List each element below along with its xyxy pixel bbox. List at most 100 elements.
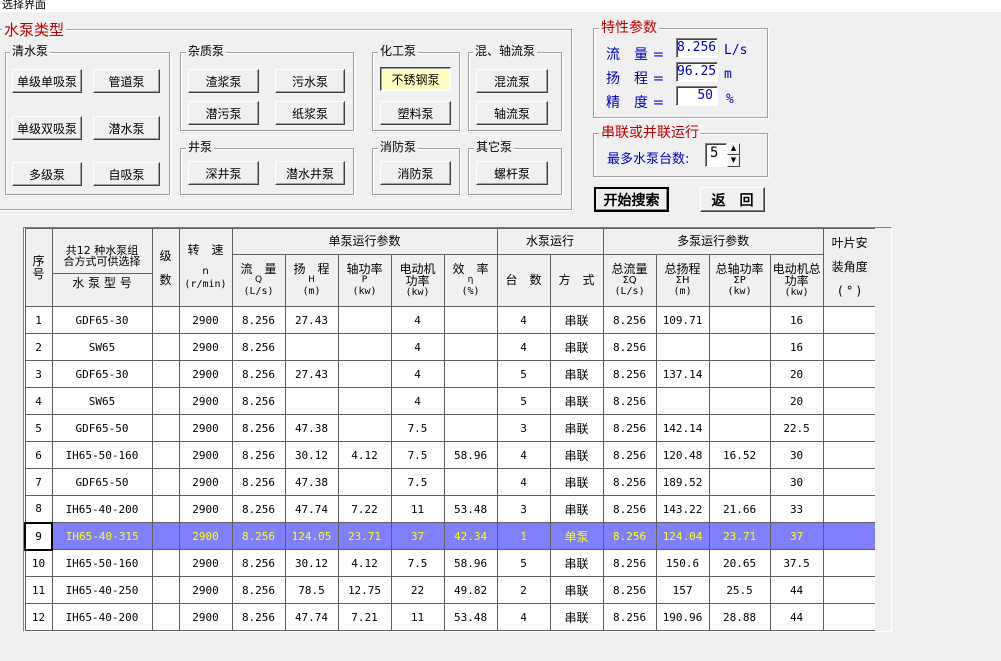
table-cell: [443, 333, 498, 361]
axial-flow-pump-button[interactable]: 轴流泵: [476, 101, 548, 125]
table-cell: 137.14: [655, 360, 710, 388]
table-cell: 8.256: [602, 333, 657, 361]
table-cell: [822, 441, 877, 469]
table-cell: 150.6: [655, 549, 710, 577]
header-blade-unit: ( ° ): [838, 284, 862, 298]
results-table: 序号 共12 种水泵组合方式可供选择 水 泵 型 号 级数 转 速 n (r/m…: [24, 228, 877, 631]
header-shaft: 轴功率 P (kw): [337, 254, 392, 307]
header-shaft-label: 轴功率: [346, 262, 383, 276]
header-total-motor-unit: (kw): [784, 287, 809, 298]
table-cell: [443, 468, 498, 496]
header-head-unit: (m): [302, 286, 321, 297]
table-row[interactable]: 10 IH65-50-160 2900 8.256 30.12 4.12 7.5 58.96 5…: [24, 549, 877, 577]
header-total-flow-label: 总流量: [611, 262, 648, 276]
results-grid[interactable]: 序号 共12 种水泵组合方式可供选择 水 泵 型 号 级数 转 速 n (r/m…: [23, 227, 892, 632]
table-row[interactable]: 6 IH65-50-160 2900 8.256 30.12 4.12 7.5 58.96 4 串…: [24, 441, 877, 469]
header-flow-unit: (L/s): [243, 286, 274, 297]
spin-up-icon[interactable]: ▲: [727, 143, 740, 155]
spin-down-icon[interactable]: ▼: [727, 155, 740, 167]
single-stage-double-suction-button[interactable]: 单级双吸泵: [12, 116, 82, 140]
table-row[interactable]: 12 IH65-40-200 2900 8.256 47.74 7.21 11 53.48 4 串…: [24, 603, 877, 631]
header-model: 水 泵 型 号: [53, 273, 151, 290]
table-cell: [708, 468, 771, 496]
table-cell: [655, 333, 710, 361]
precision-unit: %: [726, 92, 734, 107]
table-cell: 28.88: [708, 603, 771, 631]
table-row[interactable]: 1 GDF65-30 2900 8.256 27.43 4 4 串联 8.256 109.71 16: [24, 306, 877, 334]
submersible-sewage-pump-button[interactable]: 潜污泵: [188, 101, 259, 125]
screw-pump-button[interactable]: 螺杆泵: [476, 161, 548, 185]
table-cell: 20.65: [708, 549, 771, 577]
table-cell: 串联: [549, 333, 604, 361]
paper-pulp-pump-button[interactable]: 纸浆泵: [275, 101, 345, 125]
row-number: 10: [24, 549, 53, 577]
header-head-sym: H: [308, 275, 315, 285]
table-cell: 8.256: [602, 441, 657, 469]
table-cell: 142.14: [655, 414, 710, 442]
flow-unit: L/s: [724, 43, 748, 58]
submersible-pump-button[interactable]: 潜水泵: [93, 116, 160, 140]
table-cell: [151, 333, 180, 361]
sewage-pump-button[interactable]: 污水泵: [275, 69, 345, 93]
multistage-pump-button[interactable]: 多级泵: [12, 162, 82, 186]
table-cell: 5: [496, 387, 551, 415]
table-row[interactable]: 7 GDF65-50 2900 8.256 47.38 7.5 4 串联 8.256 189.52…: [24, 468, 877, 496]
table-cell: 16.52: [708, 441, 771, 469]
table-row[interactable]: 3 GDF65-30 2900 8.256 27.43 4 5 串联 8.256 137.14 20: [24, 360, 877, 388]
table-row[interactable]: 2 SW65 2900 8.256 4 4 串联 8.256 16: [24, 333, 877, 361]
row-number: 9: [24, 521, 53, 551]
slurry-pump-button[interactable]: 渣浆泵: [188, 69, 259, 93]
table-cell: [822, 414, 877, 442]
table-row[interactable]: 5 GDF65-50 2900 8.256 47.38 7.5 3 串联 8.256 142.14…: [24, 414, 877, 442]
pipeline-pump-button[interactable]: 管道泵: [93, 69, 160, 93]
precision-input[interactable]: 50: [676, 86, 718, 106]
table-cell: 单泵: [549, 522, 604, 550]
table-cell: 8.256: [231, 441, 286, 469]
stainless-steel-pump-button[interactable]: 不锈钢泵: [380, 67, 451, 91]
self-priming-pump-button[interactable]: 自吸泵: [93, 162, 160, 186]
single-stage-single-suction-button[interactable]: 单级单吸泵: [12, 69, 82, 93]
table-row[interactable]: 8 IH65-40-200 2900 8.256 47.74 7.22 11 53.48 3 串联…: [24, 495, 877, 523]
row-number: 8: [24, 495, 53, 523]
table-cell: 190.96: [655, 603, 710, 631]
table-cell: 4: [390, 333, 445, 361]
header-total-motor-label: 电动机总功率: [772, 262, 821, 288]
clear-water-label: 清水泵: [10, 44, 51, 58]
table-cell: 53.48: [443, 495, 498, 523]
header-flow: 流 量 Q (L/s): [231, 254, 286, 307]
head-input[interactable]: 96.25: [676, 62, 718, 82]
start-search-button[interactable]: 开始搜索: [594, 187, 669, 212]
table-row[interactable]: 11 IH65-40-250 2900 8.256 78.5 12.75 22 49.82 2 串…: [24, 576, 877, 604]
max-pumps-spinner[interactable]: ▲ ▼: [727, 143, 740, 167]
plastic-pump-button[interactable]: 塑料泵: [380, 101, 451, 125]
fire-pump-button[interactable]: 消防泵: [380, 161, 451, 185]
table-cell: IH65-50-160: [51, 549, 153, 577]
table-cell: 42.34: [443, 522, 498, 550]
table-cell: 143.22: [655, 495, 710, 523]
row-number: 12: [24, 603, 53, 631]
table-row[interactable]: 9 IH65-40-315 2900 8.256 124.05 23.71 37 42.34 1…: [24, 521, 877, 551]
submersible-well-pump-button[interactable]: 潜水井泵: [275, 161, 345, 185]
table-cell: [822, 468, 877, 496]
row-number: 1: [24, 306, 53, 334]
table-row[interactable]: 4 SW65 2900 8.256 4 5 串联 8.256 20: [24, 387, 877, 415]
table-cell: 8.256: [231, 468, 286, 496]
table-cell: 7.5: [390, 441, 445, 469]
table-cell: 78.5: [284, 576, 339, 604]
max-pumps-input[interactable]: 5: [705, 143, 727, 167]
table-cell: [151, 468, 180, 496]
table-cell: GDF65-30: [51, 306, 153, 334]
table-cell: 20: [769, 360, 824, 388]
deep-well-pump-button[interactable]: 深井泵: [188, 161, 259, 185]
header-total-flow: 总流量 ΣQ (L/s): [602, 254, 657, 307]
table-cell: 串联: [549, 306, 604, 334]
flow-input[interactable]: 8.256: [676, 38, 718, 58]
back-button[interactable]: 返 回: [700, 187, 765, 212]
table-cell: 157: [655, 576, 710, 604]
table-cell: 8.256: [602, 549, 657, 577]
table-cell: 4: [496, 468, 551, 496]
mixed-flow-pump-button[interactable]: 混流泵: [476, 69, 548, 93]
table-cell: 8.256: [602, 387, 657, 415]
table-cell: [708, 414, 771, 442]
table-cell: 47.38: [284, 414, 339, 442]
